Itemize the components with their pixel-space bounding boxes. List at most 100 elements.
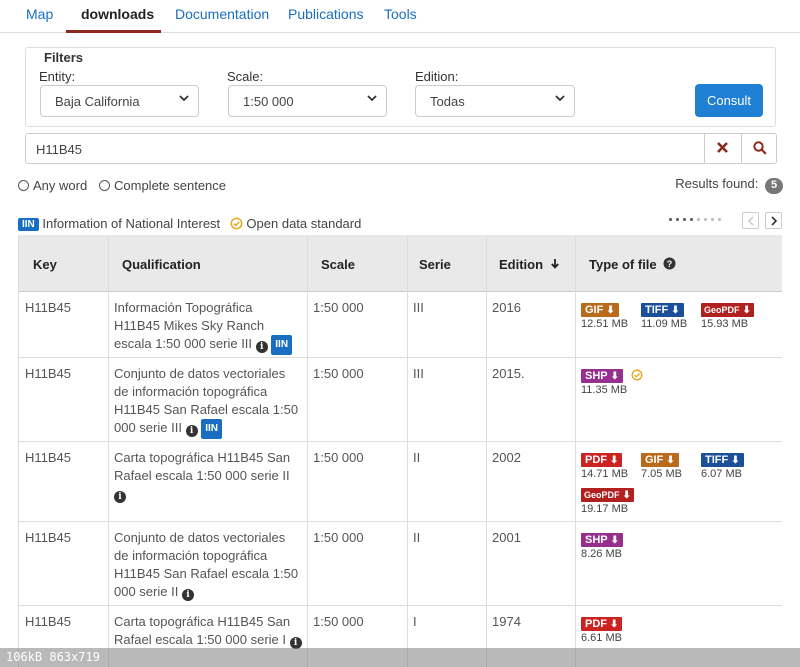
consult-button[interactable]: Consult — [695, 84, 763, 117]
cell-serie: II — [413, 530, 421, 545]
file-pdf[interactable]: PDF ⬇ 6.61 MB — [581, 615, 623, 644]
file-pdf[interactable]: PDF ⬇ 14.71 MB — [581, 451, 628, 480]
header-edition[interactable]: Edition — [499, 257, 560, 272]
radio-circle[interactable] — [18, 180, 29, 191]
info-icon[interactable]: i — [255, 341, 268, 353]
header-edition-label: Edition — [499, 257, 544, 272]
edition-select[interactable]: Todas — [415, 85, 575, 117]
header-serie[interactable]: Serie — [419, 257, 451, 272]
download-icon: ⬇ — [731, 455, 740, 466]
tab-map[interactable]: Map — [26, 6, 53, 22]
search-icon — [753, 141, 767, 155]
file-type-label: GeoPDF — [704, 305, 740, 315]
file-size: 12.51 MB — [581, 318, 629, 330]
file-shp[interactable]: SHP ⬇ 11.35 MB — [581, 367, 643, 396]
chevron-down-icon — [555, 95, 565, 102]
filters-title: Filters — [44, 50, 84, 65]
file-type-label: SHP — [585, 370, 608, 382]
qualification-text: Carta topográfica H11B45 San Rafael esca… — [114, 614, 291, 647]
tiff-download-button[interactable]: TIFF ⬇ — [701, 453, 744, 467]
info-icon[interactable]: i — [114, 491, 126, 503]
clear-search-button[interactable] — [704, 133, 741, 164]
cell-qualification: Conjunto de datos vectoriales de informa… — [114, 529, 302, 601]
file-type-label: GIF — [585, 304, 604, 316]
file-size: 6.61 MB — [581, 632, 622, 644]
file-type-label: PDF — [585, 618, 607, 630]
tab-publications[interactable]: Publications — [288, 6, 364, 22]
download-icon: ⬇ — [610, 535, 620, 546]
pager-next-button[interactable] — [765, 212, 782, 229]
shp-download-button[interactable]: SHP ⬇ — [581, 533, 624, 547]
scale-select[interactable]: 1:50 000 — [228, 85, 387, 117]
file-tiff[interactable]: TIFF ⬇ 11.09 MB — [641, 301, 687, 330]
file-size: 6.07 MB — [701, 468, 742, 480]
cell-key: H11B45 — [25, 450, 72, 465]
edition-select-value: Todas — [430, 94, 465, 109]
table-row: H11B45 Información Topográfica H11B45 Mi… — [19, 292, 782, 358]
cell-edition: 2001 — [492, 530, 521, 545]
svg-text:?: ? — [667, 259, 673, 269]
iin-badge: IIN — [18, 218, 39, 231]
cell-scale: 1:50 000 — [313, 530, 364, 545]
chevron-left-icon — [747, 216, 754, 226]
file-size: 8.26 MB — [581, 548, 622, 560]
file-type-label: TIFF — [705, 454, 729, 466]
file-shp[interactable]: SHP ⬇ 8.26 MB — [581, 531, 624, 560]
pdf-download-button[interactable]: PDF ⬇ — [581, 617, 623, 631]
header-scale[interactable]: Scale — [321, 257, 355, 272]
radio-any-word[interactable]: Any word — [18, 178, 87, 193]
search-input[interactable]: H11B45 — [36, 142, 82, 157]
shp-download-button[interactable]: SHP ⬇ — [581, 369, 624, 383]
file-gif[interactable]: GIF ⬇ 7.05 MB — [641, 451, 682, 480]
file-tiff[interactable]: TIFF ⬇ 6.07 MB — [701, 451, 744, 480]
cell-edition: 2002 — [492, 450, 521, 465]
radio-complete-sentence[interactable]: Complete sentence — [99, 178, 226, 193]
download-icon: ⬇ — [610, 619, 619, 630]
search-button[interactable] — [741, 133, 778, 164]
filters-panel: Filters Entity: Baja California Scale: 1… — [25, 47, 776, 127]
tab-tools[interactable]: Tools — [384, 6, 417, 22]
file-type-label: TIFF — [645, 304, 669, 316]
radio-circle[interactable] — [99, 180, 110, 191]
open-data-legend-text: Open data standard — [246, 216, 362, 231]
file-type-label: GIF — [645, 454, 664, 466]
entity-select-value: Baja California — [55, 94, 140, 109]
cell-key: H11B45 — [25, 300, 72, 315]
iin-legend-text: Information of National Interest — [42, 216, 221, 231]
entity-select[interactable]: Baja California — [40, 85, 199, 117]
download-icon: ⬇ — [671, 305, 680, 316]
gif-download-button[interactable]: GIF ⬇ — [581, 303, 619, 317]
question-icon[interactable]: ? — [663, 257, 676, 270]
cell-key: H11B45 — [25, 530, 72, 545]
info-icon[interactable]: i — [181, 589, 194, 601]
pager-prev-button[interactable] — [742, 212, 759, 229]
cell-qualification: Conjunto de datos vectoriales de informa… — [114, 365, 302, 439]
qualification-text: Conjunto de datos vectoriales de informa… — [114, 530, 299, 599]
cell-qualification: Carta topográfica H11B45 San Rafael esca… — [114, 449, 302, 503]
header-type-of-file: Type of file ? — [589, 257, 676, 272]
tiff-download-button[interactable]: TIFF ⬇ — [641, 303, 684, 317]
file-gif[interactable]: GIF ⬇ 12.51 MB — [581, 301, 628, 330]
file-geopdf[interactable]: GeoPDF ⬇ 15.93 MB — [701, 301, 754, 330]
info-icon[interactable]: i — [185, 425, 198, 437]
table-row: H11B45 Conjunto de datos vectoriales de … — [19, 522, 782, 606]
tab-documentation[interactable]: Documentation — [175, 6, 269, 22]
geopdf-download-button[interactable]: GeoPDF ⬇ — [581, 488, 634, 502]
open-data-check-icon — [230, 217, 243, 230]
cell-key: H11B45 — [25, 366, 72, 381]
header-qualification[interactable]: Qualification — [122, 257, 201, 272]
search-bar: H11B45 — [25, 133, 777, 164]
radio-any-word-label: Any word — [33, 178, 88, 193]
pager-dots — [669, 218, 741, 222]
geopdf-download-button[interactable]: GeoPDF ⬇ — [701, 303, 754, 317]
results-label: Results found: — [675, 176, 759, 191]
gif-download-button[interactable]: GIF ⬇ — [641, 453, 679, 467]
header-key[interactable]: Key — [33, 257, 57, 272]
file-geopdf[interactable]: GeoPDF ⬇ 19.17 MB — [581, 486, 634, 515]
qualification-text: Información Topográfica H11B45 Mikes Sky… — [114, 300, 265, 351]
tab-downloads[interactable]: downloads — [81, 6, 154, 22]
chevron-down-icon — [179, 95, 189, 102]
cell-serie: III — [413, 300, 424, 315]
cell-edition: 1974 — [492, 614, 521, 629]
pdf-download-button[interactable]: PDF ⬇ — [581, 453, 623, 467]
